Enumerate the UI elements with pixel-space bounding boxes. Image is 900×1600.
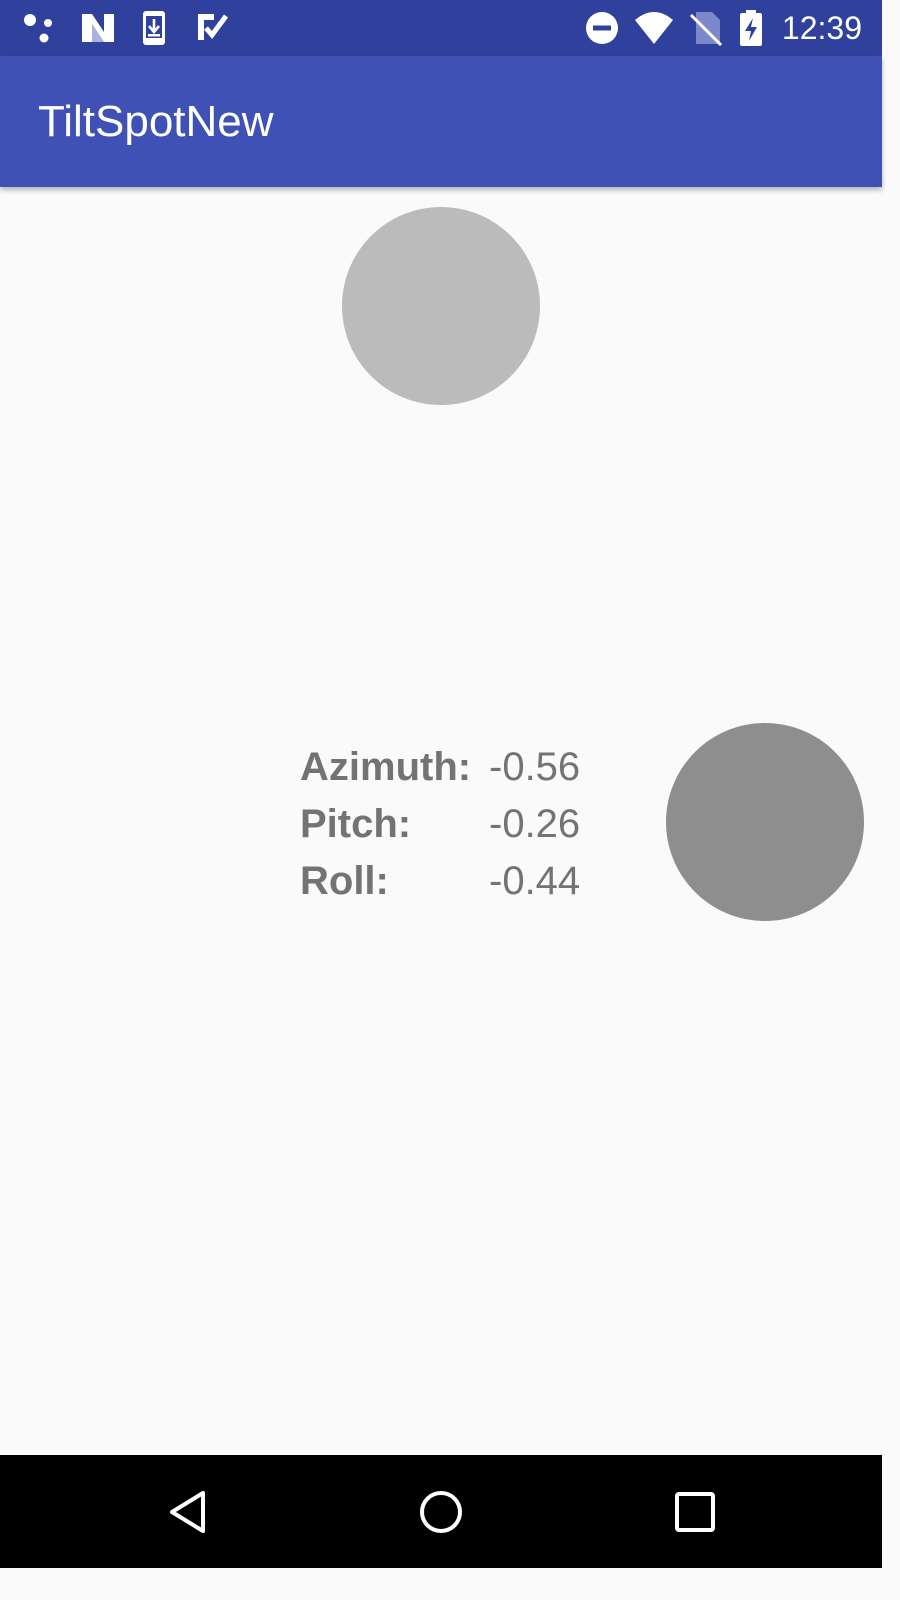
no-sim-icon	[689, 12, 723, 46]
recents-icon[interactable]	[670, 1487, 720, 1537]
azimuth-value: -0.56	[489, 745, 581, 789]
status-clock: 12:39	[781, 10, 862, 46]
n-letter-icon	[82, 14, 114, 42]
sensor-readings: Azimuth: -0.56 Pitch: -0.26 Roll: -0.44	[300, 739, 620, 910]
app-title: TiltSpotNew	[38, 97, 274, 146]
azimuth-label: Azimuth:	[300, 745, 472, 789]
home-icon[interactable]	[416, 1487, 466, 1537]
azimuth-row: Azimuth: -0.56	[300, 739, 620, 796]
do-not-disturb-icon	[586, 12, 618, 44]
spot-right	[666, 723, 864, 921]
roll-value: -0.44	[489, 859, 581, 903]
spot-top	[342, 207, 540, 405]
app-bar: TiltSpotNew	[0, 56, 882, 187]
pitch-value: -0.26	[489, 802, 581, 846]
status-bar: 12:39	[0, 0, 882, 56]
navigation-bar	[0, 1455, 882, 1568]
back-icon[interactable]	[163, 1487, 213, 1537]
cluster-dots-icon	[24, 14, 52, 43]
battery-charging-icon	[740, 10, 762, 46]
roll-label: Roll:	[300, 859, 389, 903]
main-content: Azimuth: -0.56 Pitch: -0.26 Roll: -0.44	[0, 187, 882, 1455]
check-clipboard-icon	[198, 14, 229, 40]
wifi-icon	[635, 12, 673, 44]
download-icon	[143, 11, 165, 45]
roll-row: Roll: -0.44	[300, 853, 620, 910]
pitch-label: Pitch:	[300, 802, 412, 846]
pitch-row: Pitch: -0.26	[300, 796, 620, 853]
